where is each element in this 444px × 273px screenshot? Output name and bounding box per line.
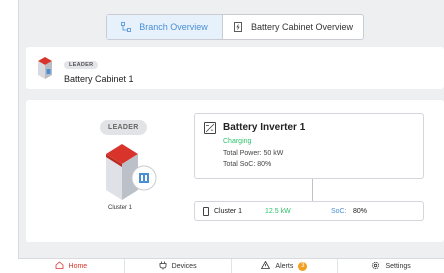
battery-cabinet-icon: [36, 55, 54, 81]
tab-branch-overview[interactable]: Branch Overview: [107, 15, 223, 39]
home-icon: [55, 261, 64, 271]
inverter-card[interactable]: Battery Inverter 1 Charging Total Power:…: [194, 113, 424, 179]
gear-icon: [371, 261, 380, 272]
tab-battery-cabinet-overview[interactable]: Battery Cabinet Overview: [223, 15, 363, 39]
tab-battery-cabinet-overview-label: Battery Cabinet Overview: [251, 22, 354, 32]
bottom-nav: Home Devices Alerts 3 Settings: [18, 258, 444, 273]
nav-settings-label: Settings: [385, 262, 411, 270]
warning-icon: [261, 260, 271, 271]
nav-settings[interactable]: Settings: [338, 259, 444, 273]
tab-branch-overview-label: Branch Overview: [139, 22, 208, 32]
inverter-status: Charging: [223, 138, 252, 145]
nav-home-label: Home: [68, 262, 88, 270]
cabinet-icon: [233, 22, 243, 32]
topology-card: LEADER Cluster 1 Battery Inverter 1 Char…: [26, 100, 444, 242]
battery-cabinet-illustration: [106, 144, 157, 200]
cluster-row-soc-label: SoC:: [331, 208, 347, 215]
nav-devices-label: Devices: [171, 262, 197, 270]
leader-pill: LEADER: [100, 120, 147, 135]
cluster-row[interactable]: Cluster 1 12.5 kW SoC: 80%: [194, 201, 424, 221]
leader-cabinet-card[interactable]: LEADER Battery Cabinet 1: [26, 47, 444, 89]
cluster-row-soc-value: 80%: [353, 208, 368, 215]
nav-devices[interactable]: Devices: [125, 259, 232, 273]
cluster-row-power: 12.5 kW: [265, 208, 291, 215]
inverter-total-power: Total Power: 50 kW: [223, 150, 284, 157]
nav-alerts-label: Alerts: [275, 262, 294, 270]
topology-connector: [312, 179, 313, 201]
nav-home[interactable]: Home: [18, 259, 125, 273]
cluster-row-name: Cluster 1: [214, 208, 243, 215]
plug-icon: [159, 261, 167, 272]
inverter-title: Battery Inverter 1: [223, 122, 306, 133]
view-tabs: Branch Overview Battery Cabinet Overview: [106, 14, 365, 40]
branch-icon: [121, 22, 132, 32]
inverter-total-soc: Total SoC: 80%: [223, 161, 272, 168]
cluster-battery-icon: [203, 207, 209, 216]
cluster-label: Cluster 1: [108, 205, 133, 211]
alerts-count-badge: 3: [298, 261, 308, 271]
leader-cabinet-title: Battery Cabinet 1: [64, 73, 134, 84]
nav-alerts[interactable]: Alerts 3: [232, 259, 339, 273]
leader-badge: LEADER: [64, 60, 99, 69]
inverter-icon: [204, 122, 216, 134]
